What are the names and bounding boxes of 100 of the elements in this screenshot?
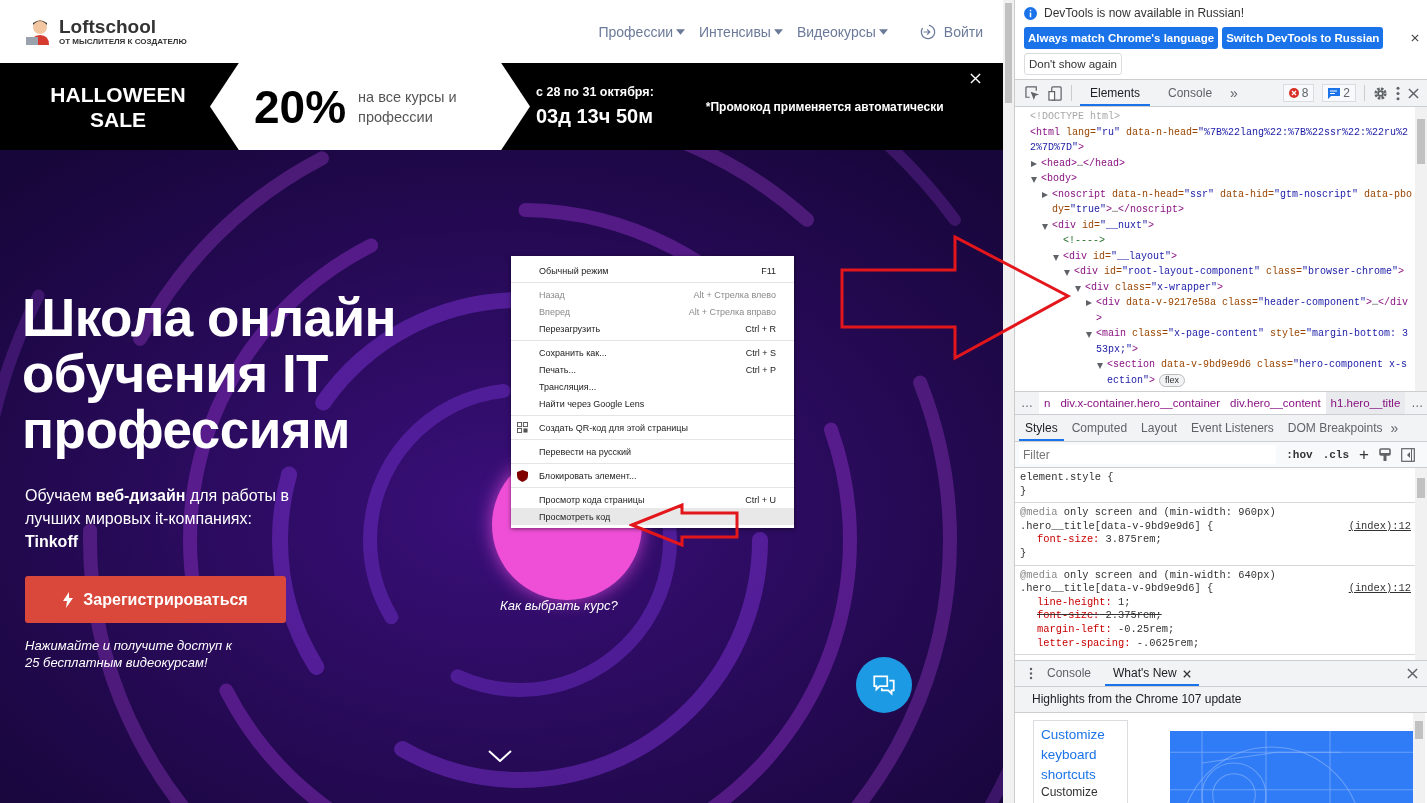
context-menu-item[interactable]: Перевести на русский <box>511 443 794 460</box>
expanded-arrow-icon[interactable] <box>1053 254 1059 261</box>
dom-node[interactable]: <div class="x-wrapper"> <box>1085 279 1224 295</box>
nav-menu-link[interactable]: Видеокурсы <box>796 23 888 40</box>
sidebar-tab[interactable]: DOM Breakpoints <box>1281 415 1389 441</box>
feature-link[interactable]: Customize keyboard shortcuts <box>1041 725 1127 785</box>
scrollbar-thumb[interactable] <box>1417 478 1425 498</box>
logo-name[interactable]: Loftschool <box>59 17 187 37</box>
dom-node[interactable]: <div id="root-layout-component" class="browser-chrome"> <box>1074 264 1405 280</box>
css-selector: .hero__title[data-v-9bd9e9d6] { <box>1020 582 1214 596</box>
dom-node[interactable]: <noscript data-n-head="ssr" data-hid="gtm-noscript" data-pbody="true">…</noscript> <box>1052 186 1413 218</box>
sidebar-tab[interactable]: Layout <box>1135 415 1184 441</box>
sidebar-tab[interactable]: Styles <box>1019 415 1064 441</box>
expanded-arrow-icon[interactable] <box>1097 363 1103 369</box>
dom-node[interactable]: <head>…</head> <box>1041 155 1126 171</box>
paint-brush-icon[interactable] <box>1379 447 1391 462</box>
expanded-arrow-icon[interactable] <box>1064 270 1070 276</box>
dom-node[interactable]: <div data-v-9217e58a class="header-component">…</div> <box>1096 295 1413 326</box>
message-counter[interactable]: 2 <box>1322 84 1356 102</box>
context-menu-item[interactable]: Печать... Ctrl + P <box>511 361 794 378</box>
login-link[interactable]: Войти <box>919 23 983 40</box>
context-menu-item[interactable]: Найти через Google Lens <box>511 395 794 412</box>
css-selector: element.style { <box>1020 471 1114 485</box>
more-tabs-button[interactable]: » <box>1390 420 1399 436</box>
nav-menu-link[interactable]: Профессии <box>598 23 686 40</box>
hover-state-toggle[interactable]: :hov <box>1286 448 1313 461</box>
language-button[interactable]: Always match Chrome's language <box>1024 27 1219 49</box>
scroll-left-button[interactable]: … <box>1015 396 1039 410</box>
css-declaration[interactable]: letter-spacing: -.0625rem; <box>1020 636 1411 651</box>
promo-note: *Промокод применяется автоматически <box>705 99 944 114</box>
drawer-tab[interactable]: Console <box>1039 661 1100 686</box>
devtools-tab[interactable]: Elements <box>1080 80 1151 106</box>
sidebar-tab[interactable]: Event Listeners <box>1185 415 1280 441</box>
dom-node[interactable]: <section data-v-9bd9e9d6 class="hero-component x-section"> flex <box>1107 357 1413 388</box>
language-button[interactable]: Switch DevTools to Russian <box>1222 27 1384 49</box>
close-icon[interactable] <box>1182 669 1191 678</box>
more-options-icon[interactable] <box>1396 85 1400 101</box>
inspect-element-icon[interactable] <box>1025 85 1040 101</box>
breadcrumb-item[interactable]: h1.hero__title <box>1325 392 1406 414</box>
context-menu-item[interactable]: Обычный режим F11 <box>511 262 794 279</box>
breadcrumb-item[interactable]: div.hero__content <box>1225 392 1326 414</box>
context-menu-item[interactable]: Просмотреть код <box>511 508 794 525</box>
chevron-down-icon[interactable] <box>488 750 512 762</box>
context-menu-item[interactable]: Блокировать элемент... <box>511 467 794 484</box>
collapsed-arrow-icon[interactable] <box>1042 191 1048 198</box>
device-toolbar-icon[interactable] <box>1048 85 1063 101</box>
dont-show-again-button[interactable]: Don't show again <box>1024 53 1122 75</box>
css-declaration[interactable]: font-size: 3.875rem; <box>1020 533 1411 547</box>
shield-icon <box>517 469 528 482</box>
register-button[interactable]: Зарегистрироваться <box>25 576 286 623</box>
context-menu-item[interactable]: Сохранить как... Ctrl + S <box>511 344 794 361</box>
devtools-tab[interactable]: Console <box>1158 80 1223 106</box>
hero-note: Нажимайте и получите доступ к 25 бесплатным видеокурсам! <box>25 637 233 671</box>
scrollbar-thumb[interactable] <box>1415 721 1423 739</box>
collapsed-arrow-icon[interactable] <box>1086 300 1092 306</box>
error-icon <box>1288 88 1299 98</box>
source-link[interactable]: (index):12 <box>1348 582 1411 596</box>
expanded-arrow-icon[interactable] <box>1075 285 1081 292</box>
breadcrumb-item[interactable]: div.x-container.hero__container <box>1055 392 1225 414</box>
hero-title: Школа онлайн обучения IT профессиям <box>22 290 398 458</box>
more-options-icon[interactable] <box>1029 667 1033 680</box>
dom-node[interactable]: <!----> <box>1063 233 1105 249</box>
dom-node[interactable]: <html lang="ru" data-n-head="%7B%22lang%22:%7B%22ssr%22:%22ru%22%7D%7D"> <box>1030 124 1413 156</box>
more-tabs-button[interactable]: » <box>1230 85 1238 101</box>
breadcrumb-item[interactable]: n <box>1039 392 1056 414</box>
sidebar-tab[interactable]: Computed <box>1065 415 1134 441</box>
closing-brace: } <box>1020 546 1028 561</box>
drawer-tab[interactable]: What's New <box>1105 661 1199 686</box>
settings-icon[interactable] <box>1373 85 1388 101</box>
dom-node[interactable]: <body> <box>1041 171 1077 187</box>
sidebar-toggle-icon[interactable] <box>1401 447 1415 462</box>
collapsed-arrow-icon[interactable] <box>1031 160 1037 167</box>
dom-node[interactable]: <div id="__layout"> <box>1063 248 1178 264</box>
close-icon[interactable] <box>1411 34 1419 42</box>
source-link[interactable]: (index):12 <box>1348 519 1411 534</box>
expanded-arrow-icon[interactable] <box>1031 177 1037 183</box>
course-guide-link[interactable]: Как выбрать курс? <box>500 598 618 613</box>
qr-code-icon <box>517 422 528 433</box>
dom-node[interactable]: <main class="x-page-content" style="margin-bottom: 353px;"> <box>1096 326 1413 357</box>
error-counter[interactable]: 8 <box>1282 84 1315 102</box>
nav-menu-link[interactable]: Интенсивы <box>699 23 783 40</box>
new-rule-button[interactable]: + <box>1359 447 1369 462</box>
expanded-arrow-icon[interactable] <box>1086 332 1092 338</box>
context-menu-item[interactable]: Перезагрузить Ctrl + R <box>511 320 794 337</box>
dom-node[interactable]: <div id="__nuxt"> <box>1052 217 1155 233</box>
css-declaration[interactable]: line-height: 1; <box>1020 595 1411 610</box>
class-toggle[interactable]: .cls <box>1322 448 1350 461</box>
scrollbar-thumb[interactable] <box>1417 119 1425 164</box>
scrollbar-thumb[interactable] <box>1005 3 1012 103</box>
logo-tagline: ОТ МЫСЛИТЕЛЯ К СОЗДАТЕЛЮ <box>59 37 187 46</box>
expanded-arrow-icon[interactable] <box>1042 223 1048 230</box>
css-declaration[interactable]: margin-left: -0.25rem; <box>1020 622 1411 637</box>
filter-field[interactable]: Filter <box>1019 445 1277 464</box>
info-icon <box>1024 6 1037 20</box>
layout-badge[interactable]: flex <box>1159 373 1186 387</box>
context-menu-item[interactable]: Создать QR-код для этой страницы <box>511 419 794 436</box>
context-menu-item[interactable]: Просмотр кода страницы Ctrl + U <box>511 491 794 508</box>
scroll-right-button[interactable]: … <box>1405 396 1427 410</box>
context-menu-item[interactable]: Трансляция... <box>511 378 794 395</box>
css-declaration[interactable]: font-size: 2.375rem; <box>1020 609 1411 623</box>
